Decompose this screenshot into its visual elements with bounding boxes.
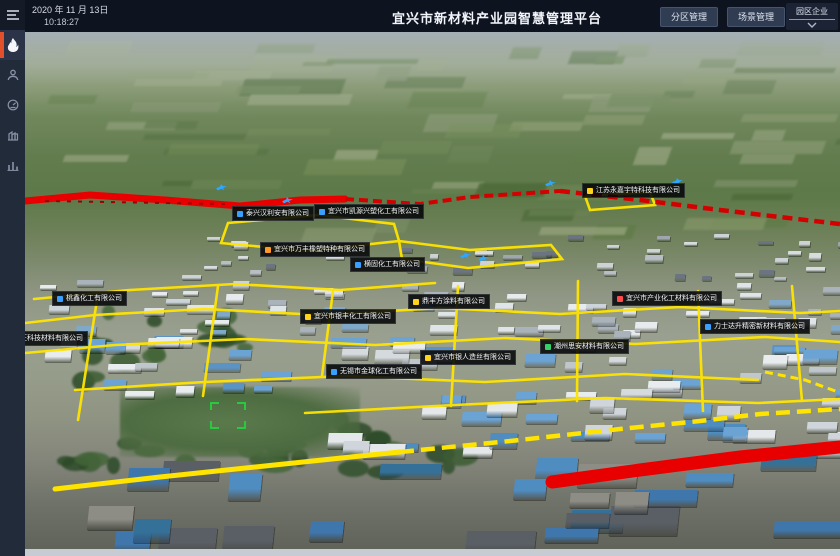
company-label[interactable]: 无锡市金球化工有限公司: [326, 364, 422, 379]
company-label-text: 力士达升精密新材料有限公司: [714, 322, 805, 331]
bar-chart-icon: [7, 159, 19, 171]
sidebar-item-fire-monitor[interactable]: [0, 30, 25, 60]
company-label[interactable]: 潮州思安材料有限公司: [540, 339, 629, 354]
company-label[interactable]: 鼎丰方涂料有限公司: [408, 294, 490, 309]
company-label-text: 鼎丰方涂料有限公司: [422, 297, 485, 306]
company-marker-icon: [305, 314, 311, 320]
chevron-down-icon: [786, 22, 838, 28]
company-marker-icon: [331, 369, 337, 375]
gauge-icon: [7, 99, 19, 111]
company-label-text: 潮州思安材料有限公司: [554, 342, 624, 351]
scene-manage-button[interactable]: 场景管理: [727, 7, 785, 27]
company-label-text: 横固化工有限公司: [364, 260, 420, 269]
company-label[interactable]: 宜兴市万丰橡塑特种有限公司: [260, 242, 370, 257]
page-title: 宜兴市新材料产业园智慧管理平台: [392, 8, 602, 27]
company-label[interactable]: 横固化工有限公司: [350, 257, 425, 272]
sidebar-item-monitoring[interactable]: [0, 90, 25, 120]
company-marker-icon: [545, 344, 551, 350]
sidebar-item-menu-toggle[interactable]: [0, 0, 25, 30]
selection-reticle: [210, 402, 246, 429]
menu-icon: [6, 9, 20, 21]
time-text: 10:18:27: [44, 17, 79, 27]
company-label-text: 宜兴市凯源兴塑化工有限公司: [328, 207, 419, 216]
company-marker-icon: [265, 247, 271, 253]
park-enterprise-label: 园区企业: [789, 3, 835, 20]
fire-icon: [7, 38, 19, 52]
company-label-text: 兴超旺科技材料有限公司: [25, 334, 83, 343]
company-marker-icon: [237, 211, 243, 217]
company-label[interactable]: 宜兴市产业化工材料有限公司: [612, 291, 722, 306]
park-enterprise-dropdown[interactable]: 园区企业: [786, 3, 838, 30]
company-label-text: 宜兴市万丰橡塑特种有限公司: [274, 245, 365, 254]
sidebar-item-enterprises[interactable]: [0, 120, 25, 150]
company-label[interactable]: 宜兴市银丰化工有限公司: [300, 309, 396, 324]
company-label[interactable]: 桃鑫化工有限公司: [52, 291, 127, 306]
company-label[interactable]: 宜兴市银人造丝有限公司: [420, 350, 516, 365]
company-marker-icon: [587, 188, 593, 194]
company-marker-icon: [705, 324, 711, 330]
company-label-text: 桃鑫化工有限公司: [66, 294, 122, 303]
user-icon: [7, 69, 19, 81]
datetime: 2020 年 11 月 13日 10:18:27: [32, 4, 108, 28]
company-marker-icon: [319, 209, 325, 215]
company-label[interactable]: 江苏永嘉宇特科技有限公司: [582, 183, 685, 198]
map-viewport[interactable]: 泰兴汉利安有限公司 宜兴市凯源兴塑化工有限公司宜兴市万丰橡塑特种有限公司横固化工有…: [25, 32, 840, 556]
sidebar: [0, 0, 25, 556]
company-marker-icon: [355, 262, 361, 268]
company-label[interactable]: 兴超旺科技材料有限公司: [25, 331, 88, 346]
company-marker-icon: [57, 296, 63, 302]
bottom-edge-strip: [25, 549, 840, 556]
date-text: 2020 年 11 月 13日: [32, 5, 108, 15]
company-label-text: 宜兴市银丰化工有限公司: [314, 312, 391, 321]
company-label-text: 宜兴市产业化工材料有限公司: [626, 294, 717, 303]
factory-icon: [7, 129, 19, 141]
company-marker-icon: [413, 299, 419, 305]
company-label-text: 泰兴汉利安有限公司: [246, 209, 309, 218]
sidebar-item-statistics[interactable]: [0, 150, 25, 180]
zone-manage-button[interactable]: 分区管理: [660, 7, 718, 27]
smart-park-platform: 2020 年 11 月 13日 10:18:27 宜兴市新材料产业园智慧管理平台…: [0, 0, 840, 556]
top-bar: 2020 年 11 月 13日 10:18:27 宜兴市新材料产业园智慧管理平台…: [0, 0, 840, 32]
sidebar-item-personnel[interactable]: [0, 60, 25, 90]
company-label-text: 宜兴市银人造丝有限公司: [434, 353, 511, 362]
company-label[interactable]: 力士达升精密新材料有限公司: [700, 319, 810, 334]
company-marker-icon: [617, 296, 623, 302]
company-label-text: 江苏永嘉宇特科技有限公司: [596, 186, 680, 195]
company-marker-icon: [425, 355, 431, 361]
company-label-text: 无锡市金球化工有限公司: [340, 367, 417, 376]
company-label[interactable]: 宜兴市凯源兴塑化工有限公司: [314, 204, 424, 219]
company-label[interactable]: 泰兴汉利安有限公司: [232, 206, 314, 221]
